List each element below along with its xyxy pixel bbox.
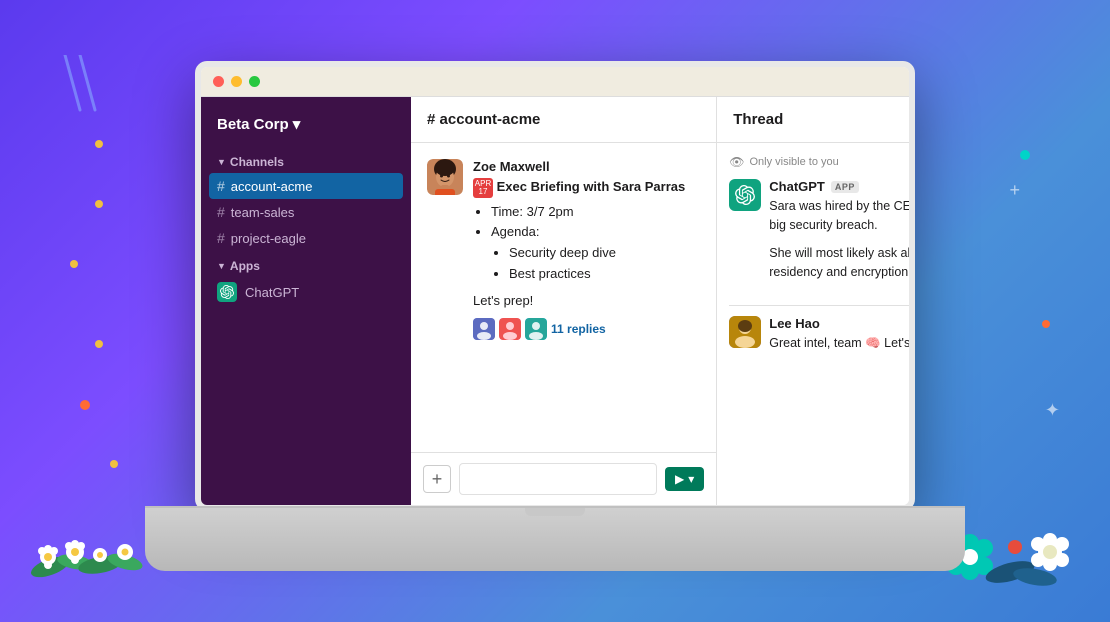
laptop-notch [525, 508, 585, 516]
avatar [427, 159, 463, 195]
traffic-light-red[interactable] [213, 76, 224, 87]
list-item: Agenda: Security deep dive Best practice… [491, 222, 700, 284]
message-input[interactable] [459, 463, 657, 495]
dot-decoration [1042, 320, 1050, 328]
app-badge: APP [831, 181, 859, 193]
bullet-list: Time: 3/7 2pm Agenda: Security deep dive… [473, 202, 700, 285]
traffic-light-green[interactable] [249, 76, 260, 87]
channel-title: # account-acme [427, 111, 540, 128]
sidebar-item-chatgpt[interactable]: ChatGPT [201, 277, 411, 307]
sub-list: Security deep dive Best practices [491, 243, 700, 285]
apps-section-header: ▼ Apps [201, 251, 411, 277]
eye-icon: 👁 [729, 155, 744, 169]
lee-message-text: Great intel, team 🧠 Let's do this! [769, 336, 915, 350]
list-item: Security deep dive [509, 243, 700, 264]
reply-avatar [525, 318, 547, 340]
chatgpt-sender: ChatGPT APP [769, 179, 915, 194]
lee-sender: Lee Hao [769, 316, 915, 331]
workspace-label: Beta Corp [217, 116, 289, 133]
lee-text: Great intel, team 🧠 Let's do this! [769, 334, 915, 353]
apps-label: Apps [230, 259, 260, 273]
visibility-note: 👁 Only visible to you [729, 155, 915, 169]
traffic-light-yellow[interactable] [231, 76, 242, 87]
window-chrome [201, 67, 909, 97]
channel-header: # account-acme [411, 97, 716, 143]
hash-icon: # [217, 178, 225, 194]
lines-decoration [60, 55, 110, 115]
hash-icon: # [217, 204, 225, 220]
app-layout: Beta Corp ▾ ▼ Channels # account-acme # … [201, 97, 909, 505]
message-body: Zoe Maxwell APR 17 Exec Briefing with Sa… [473, 159, 700, 340]
lee-message: Lee Hao Great intel, team 🧠 Let's do thi… [729, 316, 915, 353]
plus-decoration: ✦ [1045, 400, 1060, 421]
replies-count[interactable]: 11 replies [551, 322, 606, 336]
dot-decoration [1020, 150, 1030, 160]
list-item: Best practices [509, 264, 700, 285]
channels-label: Channels [230, 155, 284, 169]
chatgpt-text: Sara was hired by the CEO after a big se… [769, 197, 915, 283]
channel-main: # account-acme [411, 97, 717, 505]
chatgpt-message: ChatGPT APP Sara was hired by the CEO af… [729, 179, 915, 291]
hash-icon: # [217, 230, 225, 246]
chatgpt-name: ChatGPT [769, 179, 825, 194]
sidebar-item-account-acme[interactable]: # account-acme [209, 173, 403, 199]
message-sender: Zoe Maxwell [473, 159, 700, 174]
chatgpt-app-label: ChatGPT [245, 285, 299, 300]
sidebar: Beta Corp ▾ ▼ Channels # account-acme # … [201, 97, 411, 505]
zoe-avatar-svg [427, 159, 463, 195]
reply-avatar [473, 318, 495, 340]
chatgpt-paragraph2: She will most likely ask about data resi… [769, 244, 915, 283]
lee-avatar [729, 316, 761, 348]
channel-name: account-acme [231, 179, 313, 194]
channel-name: team-sales [231, 205, 295, 220]
message-text: APR 17 Exec Briefing with Sara Parras Ti… [473, 177, 700, 310]
message-item: Zoe Maxwell APR 17 Exec Briefing with Sa… [427, 159, 700, 340]
sidebar-item-team-sales[interactable]: # team-sales [201, 199, 411, 225]
message-input-bar: + ▶ ▾ [411, 452, 716, 505]
chatgpt-avatar [729, 179, 761, 211]
add-content-button[interactable]: + [423, 465, 451, 493]
channels-section-header: ▼ Channels [201, 147, 411, 173]
workspace-dropdown-icon: ▾ [293, 115, 301, 133]
chatgpt-sidebar-icon [217, 282, 237, 302]
dot-decoration [95, 200, 103, 208]
laptop-screen: Beta Corp ▾ ▼ Channels # account-acme # … [195, 61, 915, 511]
replies-row: 11 replies [473, 318, 700, 340]
dot-decoration [110, 460, 118, 468]
laptop-base [145, 506, 965, 571]
visibility-label: Only visible to you [750, 156, 839, 168]
lee-name: Lee Hao [769, 316, 820, 331]
chatgpt-paragraph1: Sara was hired by the CEO after a big se… [769, 197, 915, 236]
channel-content: Zoe Maxwell APR 17 Exec Briefing with Sa… [411, 143, 716, 452]
calendar-badge: APR 17 [473, 179, 497, 194]
dot-decoration [95, 140, 103, 148]
thread-header: Thread [717, 97, 915, 143]
list-item: Time: 3/7 2pm [491, 202, 700, 223]
laptop-container: Beta Corp ▾ ▼ Channels # account-acme # … [145, 51, 965, 571]
thread-content: 👁 Only visible to you ChatGPT A [717, 143, 915, 505]
send-button[interactable]: ▶ ▾ [665, 467, 704, 491]
thread-divider [729, 305, 915, 306]
plus-decoration: + [1009, 180, 1020, 201]
message-title: Exec Briefing with Sara Parras [497, 179, 686, 194]
reply-avatar [499, 318, 521, 340]
send-icon: ▶ [675, 472, 684, 486]
channel-name: project-eagle [231, 231, 306, 246]
thread-panel: Thread 👁 Only visible to you [717, 97, 915, 505]
dot-decoration [80, 400, 90, 410]
dot-decoration [70, 260, 78, 268]
workspace-name[interactable]: Beta Corp ▾ [201, 109, 411, 147]
message-footer: Let's prep! [473, 291, 700, 311]
send-chevron: ▾ [688, 472, 694, 486]
lee-message-body: Lee Hao Great intel, team 🧠 Let's do thi… [769, 316, 915, 353]
sidebar-item-project-eagle[interactable]: # project-eagle [201, 225, 411, 251]
dot-decoration [95, 340, 103, 348]
lee-avatar-svg [729, 316, 761, 348]
calendar-icon: APR 17 [473, 178, 493, 198]
chatgpt-message-body: ChatGPT APP Sara was hired by the CEO af… [769, 179, 915, 291]
